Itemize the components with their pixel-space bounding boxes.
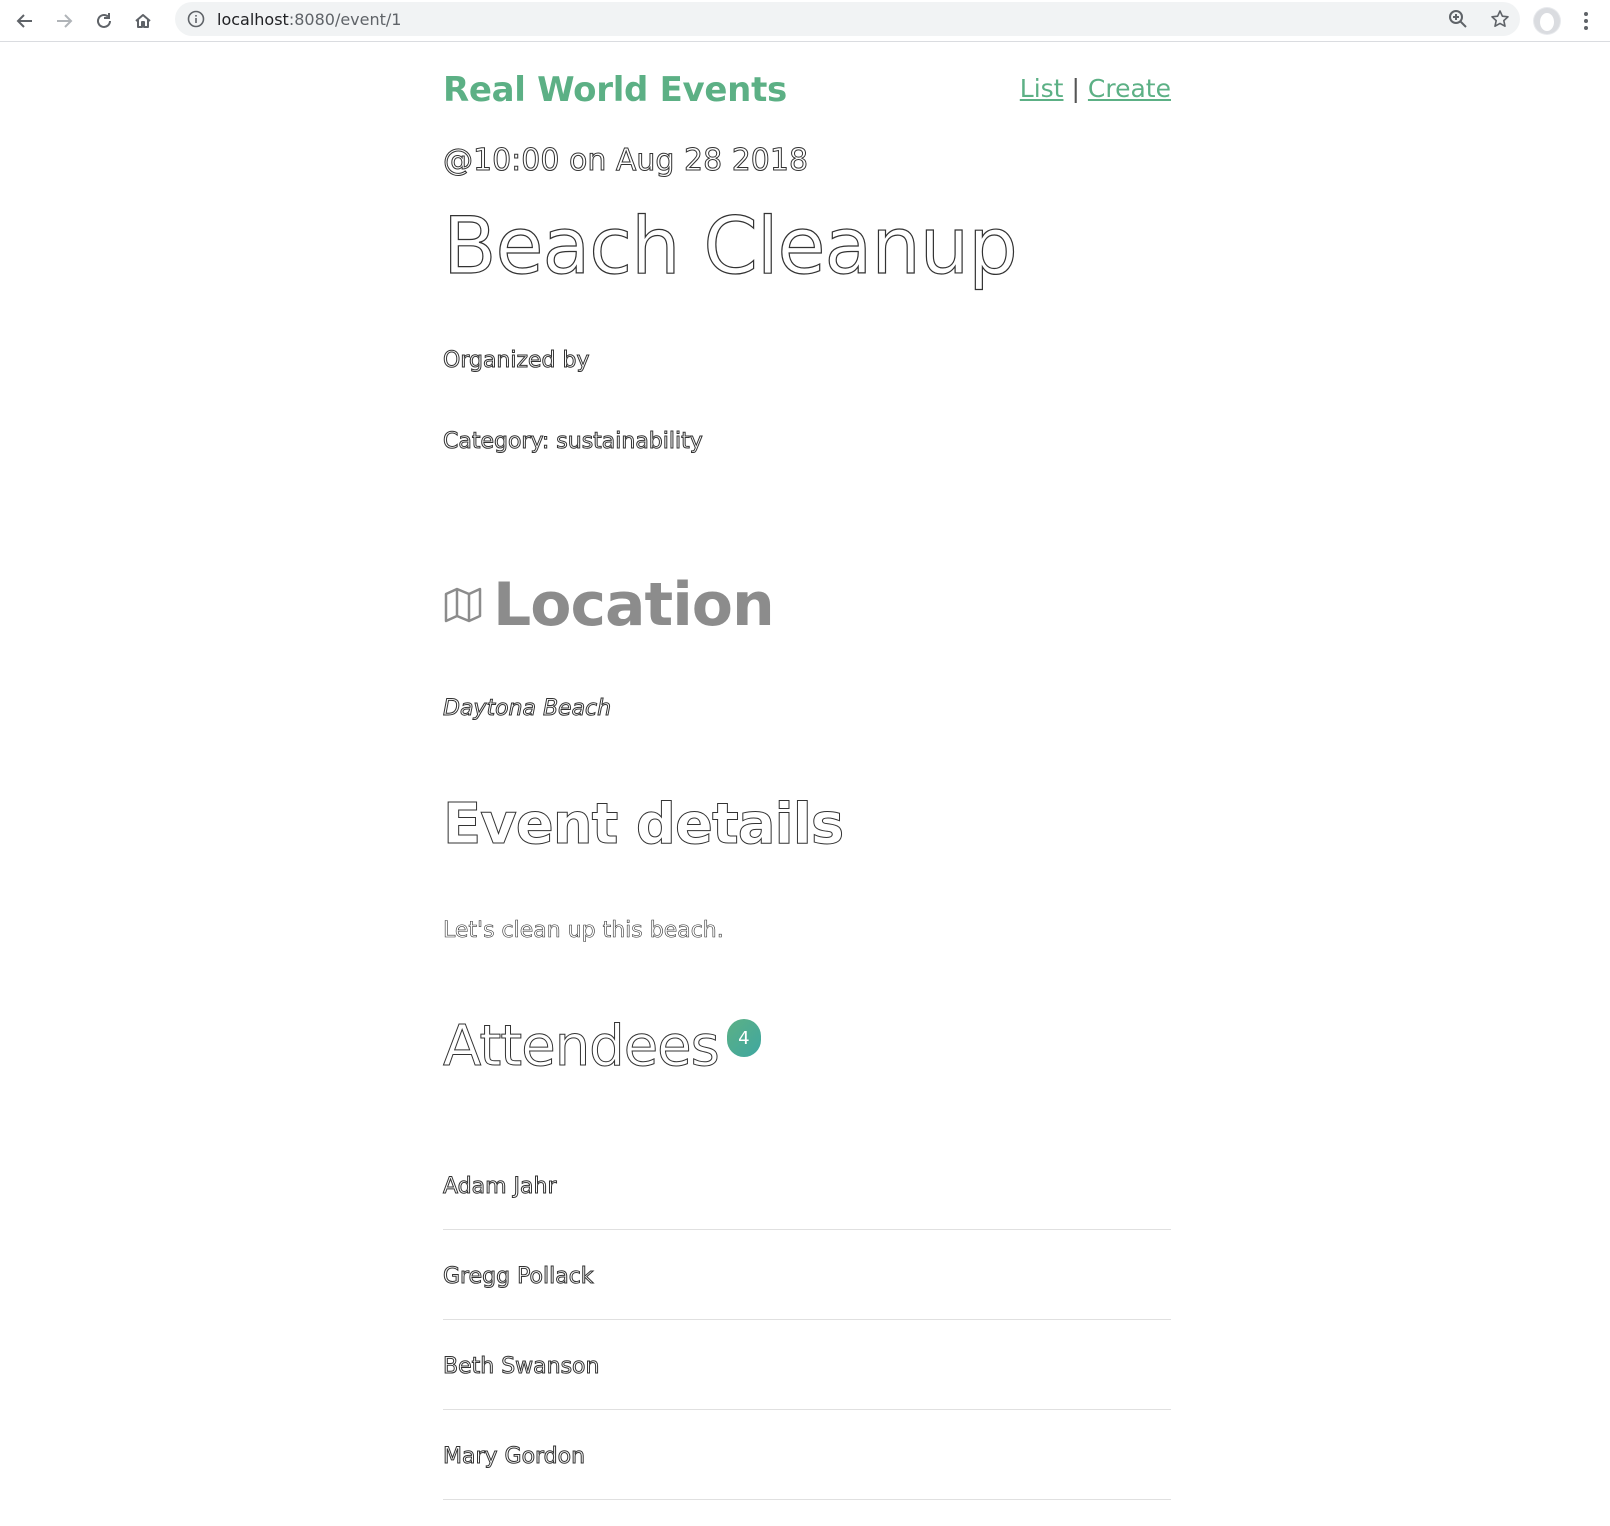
list-item: Mary Gordon — [442, 1410, 1171, 1500]
event-description: Let's clean up this beach. — [443, 918, 724, 944]
arrow-left-icon — [16, 14, 32, 28]
nav-link-list[interactable]: List — [1020, 74, 1064, 103]
attendees-heading-text: Attendees — [443, 1014, 721, 1080]
list-item: Beth Swanson — [442, 1320, 1171, 1410]
info-icon[interactable] — [187, 10, 205, 28]
attendee-name: Gregg Pollack — [443, 1264, 595, 1290]
back-button[interactable] — [9, 5, 41, 37]
url-text[interactable]: localhost:8080/event/1 — [217, 10, 401, 29]
details-heading: Event details — [442, 792, 844, 858]
nav-links: List | Create — [1020, 74, 1171, 103]
dot — [1584, 26, 1588, 30]
attendee-name: Beth Swanson — [442, 1354, 600, 1380]
map-icon — [444, 587, 482, 623]
home-icon — [135, 14, 151, 28]
reload-icon — [97, 13, 111, 28]
url-path: :8080/event/1 — [288, 10, 402, 29]
zoom-icon[interactable] — [1448, 9, 1468, 29]
list-item: Adam Jahr — [443, 1140, 1171, 1230]
home-button[interactable] — [127, 5, 159, 37]
attendee-list: Adam Jahr Gregg Pollack Beth Swanson Mar… — [442, 1140, 1171, 1500]
dot — [1584, 12, 1588, 16]
dot — [1584, 19, 1588, 23]
attendees-heading: Attendees 4 — [443, 1014, 761, 1080]
attendee-count-badge: 4 — [726, 1019, 761, 1057]
attendee-name: Mary Gordon — [442, 1444, 586, 1470]
nav-link-create[interactable]: Create — [1088, 74, 1171, 103]
profile-avatar[interactable] — [1533, 7, 1561, 35]
event-location: Daytona Beach — [442, 696, 612, 722]
address-bar[interactable]: localhost:8080/event/1 — [175, 2, 1520, 36]
location-heading-text: Location — [493, 570, 775, 640]
reload-button[interactable] — [88, 5, 120, 37]
event-organizer: Organized by — [443, 348, 591, 374]
page-content: Real World Events List | Create @10:00 on … — [442, 42, 1171, 1500]
brand-title[interactable]: Real World Events — [443, 70, 787, 110]
event-datetime: @10:00 on Aug 28 2018 — [442, 143, 809, 179]
browser-menu-button[interactable] — [1578, 9, 1594, 33]
browser-toolbar: localhost:8080/event/1 — [0, 0, 1610, 42]
location-heading: Location — [443, 570, 775, 640]
url-host: localhost — [217, 10, 289, 29]
site-header: Real World Events List | Create — [443, 42, 1171, 132]
list-item: Gregg Pollack — [443, 1230, 1171, 1320]
bookmark-star-icon[interactable] — [1490, 9, 1510, 29]
event-title: Beach Cleanup — [442, 201, 1018, 292]
forward-button[interactable] — [48, 5, 80, 37]
event-category: Category: sustainability — [443, 429, 704, 455]
attendee-name: Adam Jahr — [443, 1174, 557, 1200]
arrow-right-icon — [57, 14, 73, 28]
nav-separator: | — [1071, 74, 1080, 103]
profile-icon — [1534, 8, 1560, 34]
